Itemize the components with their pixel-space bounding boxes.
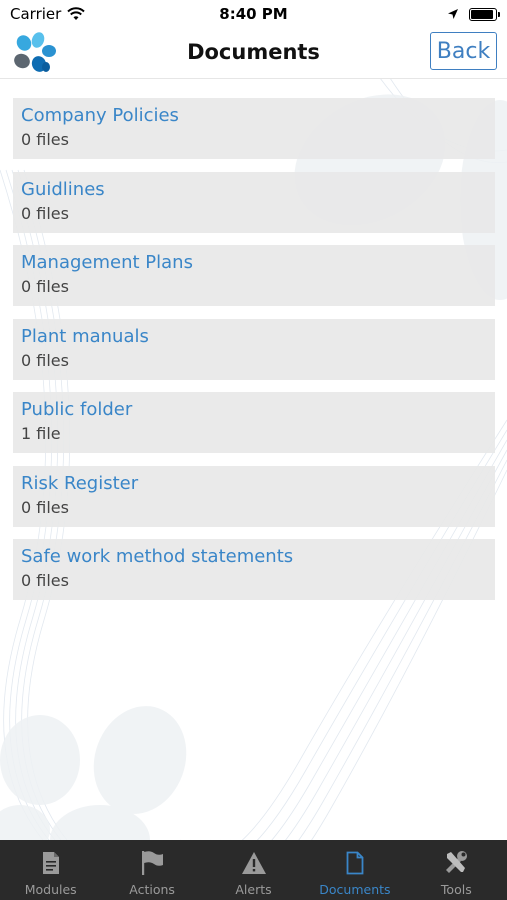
tools-icon — [443, 850, 469, 876]
carrier-label: Carrier — [10, 5, 62, 23]
file-outline-icon — [345, 850, 365, 876]
folder-file-count: 0 files — [21, 497, 69, 517]
location-arrow-icon — [448, 9, 458, 19]
folder-item-plant-manuals[interactable]: Plant manuals 0 files — [13, 318, 495, 380]
folder-file-count: 0 files — [21, 571, 69, 590]
warning-icon — [241, 850, 267, 876]
folder-name: Safe work method statements — [21, 546, 294, 567]
folder-file-count: 1 file — [21, 424, 61, 443]
folder-name: Plant manuals — [21, 325, 149, 347]
navigation-bar: Documents Back — [0, 28, 507, 79]
tab-tools[interactable]: Tools — [406, 840, 507, 900]
folder-item-risk-register[interactable]: Risk Register 0 files — [13, 465, 495, 527]
status-bar: Carrier 8:40 PM — [0, 0, 507, 28]
wifi-icon — [67, 7, 86, 20]
folder-file-count: 0 files — [21, 130, 69, 149]
folder-name: Public folder — [21, 399, 133, 420]
document-folder-list: Company Policies 0 files Guidlines 0 fil… — [13, 98, 495, 613]
folder-item-safe-work-method-statements[interactable]: Safe work method statements 0 files — [13, 539, 495, 600]
tab-label: Actions — [129, 882, 175, 897]
tab-actions[interactable]: Actions — [101, 840, 202, 900]
folder-name: Risk Register — [21, 472, 139, 494]
document-icon — [41, 850, 61, 876]
tab-label: Documents — [319, 882, 391, 897]
folder-item-public-folder[interactable]: Public folder 1 file — [13, 392, 495, 453]
back-button[interactable]: Back — [430, 32, 497, 70]
folder-name: Management Plans — [21, 252, 193, 273]
folder-item-guidlines[interactable]: Guidlines 0 files — [13, 171, 495, 233]
tab-modules[interactable]: Modules — [0, 840, 101, 900]
folder-file-count: 0 files — [21, 277, 69, 296]
flag-icon — [140, 850, 164, 876]
folder-file-count: 0 files — [21, 203, 69, 223]
folder-name: Guidlines — [21, 178, 105, 200]
tab-label: Modules — [24, 882, 77, 897]
battery-icon — [469, 7, 500, 21]
tab-label: Alerts — [235, 882, 272, 897]
folder-file-count: 0 files — [21, 350, 69, 370]
status-right — [447, 7, 500, 21]
folder-item-company-policies[interactable]: Company Policies 0 files — [13, 98, 495, 159]
tab-alerts[interactable]: Alerts — [203, 840, 304, 900]
status-left: Carrier — [10, 5, 86, 23]
folder-name: Company Policies — [21, 105, 179, 126]
tab-label: Tools — [440, 882, 472, 897]
tab-bar: Modules Actions Alerts Documents Tools — [0, 840, 507, 900]
folder-item-management-plans[interactable]: Management Plans 0 files — [13, 245, 495, 306]
tab-documents[interactable]: Documents — [304, 840, 405, 900]
